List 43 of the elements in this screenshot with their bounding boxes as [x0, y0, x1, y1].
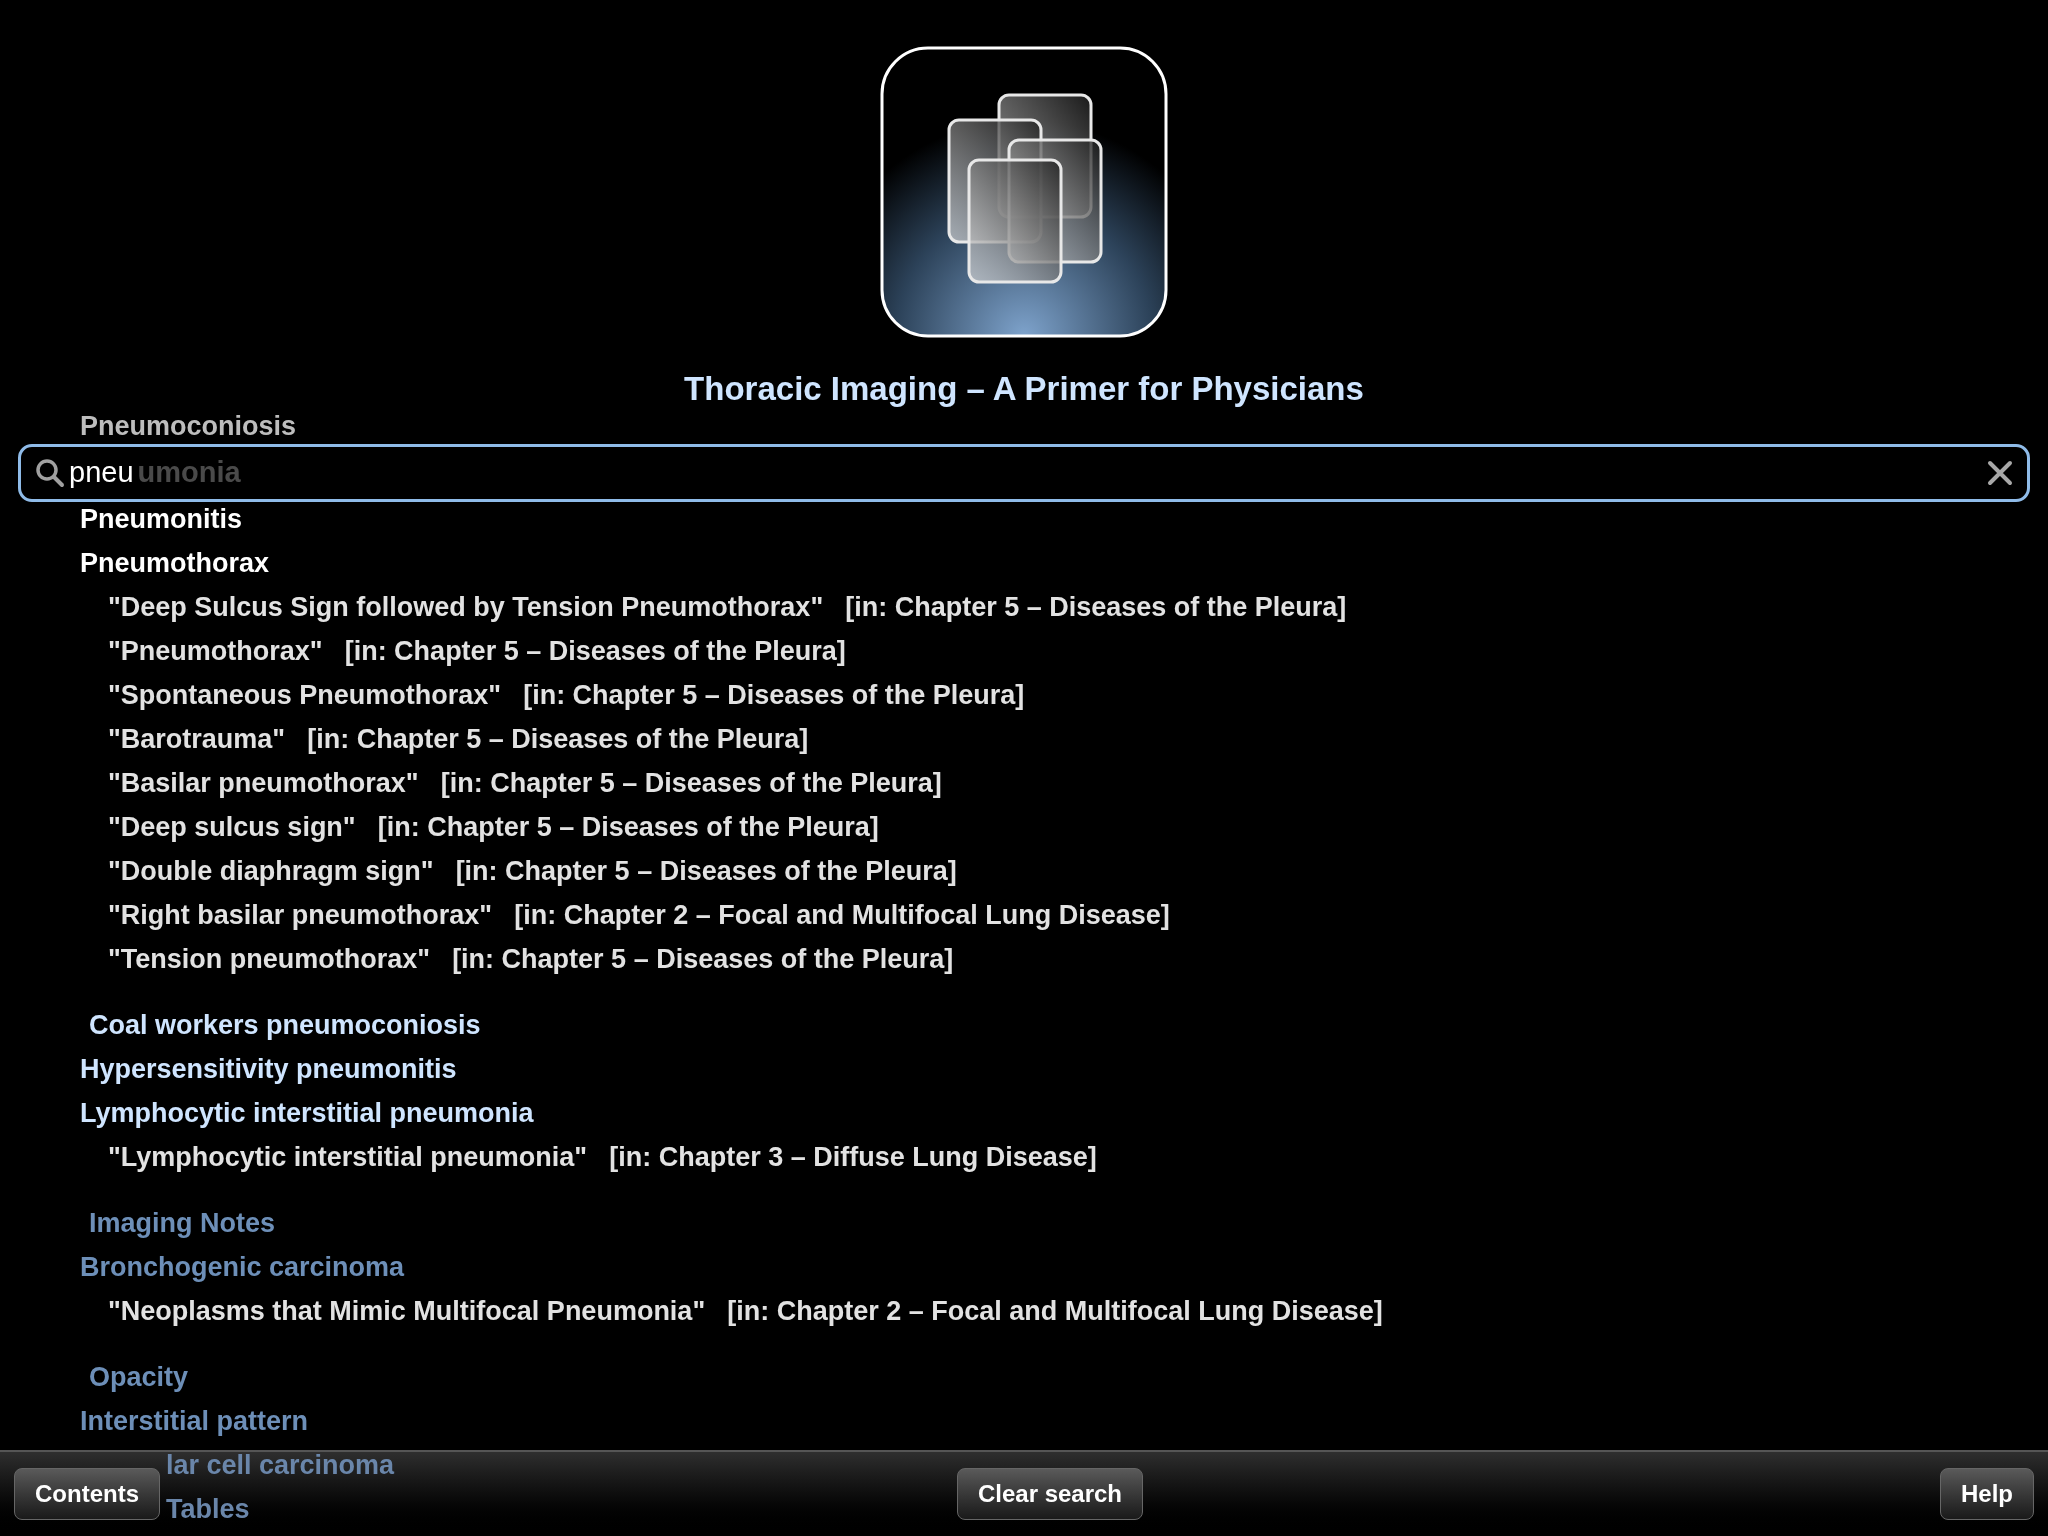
- result-term[interactable]: Tables: [166, 1488, 250, 1530]
- result-term[interactable]: Hypersensitivity pneumonitis: [80, 1048, 457, 1090]
- result-term[interactable]: Lymphocytic interstitial pneumonia: [80, 1092, 534, 1134]
- result-quote[interactable]: "Spontaneous Pneumothorax": [108, 674, 502, 716]
- result-location: [in: Chapter 5 – Diseases of the Pleura]: [307, 722, 809, 756]
- contents-button[interactable]: Contents: [14, 1468, 160, 1520]
- group-heading: Coal workers pneumoconiosis: [89, 1008, 481, 1042]
- search-field[interactable]: pneu umonia: [18, 444, 2030, 502]
- result-location: [in: Chapter 5 – Diseases of the Pleura]: [377, 810, 879, 844]
- result-quote[interactable]: "Barotrauma": [108, 718, 286, 760]
- result-location: [in: Chapter 5 – Diseases of the Pleura]: [344, 634, 846, 668]
- result-location: [in: Chapter 2 – Focal and Multifocal Lung Disease]: [514, 898, 1170, 932]
- result-location: [in: Chapter 2 – Focal and Multifocal Lung Disease]: [727, 1294, 1383, 1328]
- result-term[interactable]: lar cell carcinoma: [166, 1444, 395, 1486]
- result-location: [in: Chapter 3 – Diffuse Lung Disease]: [609, 1140, 1097, 1174]
- search-icon: [35, 458, 65, 488]
- result-term[interactable]: Interstitial pattern: [80, 1400, 309, 1442]
- result-location: [in: Chapter 5 – Diseases of the Pleura]: [455, 854, 957, 888]
- book-title: Thoracic Imaging – A Primer for Physicians: [684, 369, 1364, 409]
- result-quote[interactable]: "Double diaphragm sign": [108, 850, 434, 892]
- result-quote[interactable]: "Lymphocytic interstitial pneumonia": [108, 1136, 588, 1178]
- result-location: [in: Chapter 5 – Diseases of the Pleura]: [452, 942, 954, 976]
- result-location: [in: Chapter 5 – Diseases of the Pleura]: [845, 590, 1347, 624]
- result-quote[interactable]: "Pneumothorax": [108, 630, 323, 672]
- result-quote[interactable]: "Deep Sulcus Sign followed by Tension Pneumothorax": [108, 586, 824, 628]
- result-term[interactable]: Bronchogenic carcinoma: [80, 1246, 405, 1288]
- result-term: umonia: [137, 455, 241, 491]
- group-heading: Imaging Notes: [89, 1206, 276, 1240]
- search-text: pneu: [69, 455, 134, 491]
- result-quote[interactable]: "Basilar pneumothorax": [108, 762, 419, 804]
- result-quote[interactable]: "Tension pneumothorax": [108, 938, 431, 980]
- result-location: [in: Chapter 5 – Diseases of the Pleura]: [523, 678, 1025, 712]
- result-term[interactable]: Pneumothorax: [80, 542, 270, 584]
- stacked-cards-icon: [879, 45, 1169, 339]
- result-location: [in: Chapter 5 – Diseases of the Pleura]: [440, 766, 942, 800]
- close-icon[interactable]: [1987, 460, 2013, 486]
- result-quote[interactable]: "Deep sulcus sign": [108, 806, 356, 848]
- result-quote[interactable]: "Neoplasms that Mimic Multifocal Pneumonia": [108, 1290, 706, 1332]
- clear-search-button[interactable]: Clear search: [956, 1468, 1144, 1520]
- help-button[interactable]: Help: [1939, 1468, 2034, 1520]
- group-heading: Opacity: [89, 1360, 189, 1394]
- result-quote[interactable]: "Right basilar pneumothorax": [108, 894, 493, 936]
- result-term[interactable]: Pneumoconiosis: [80, 410, 297, 442]
